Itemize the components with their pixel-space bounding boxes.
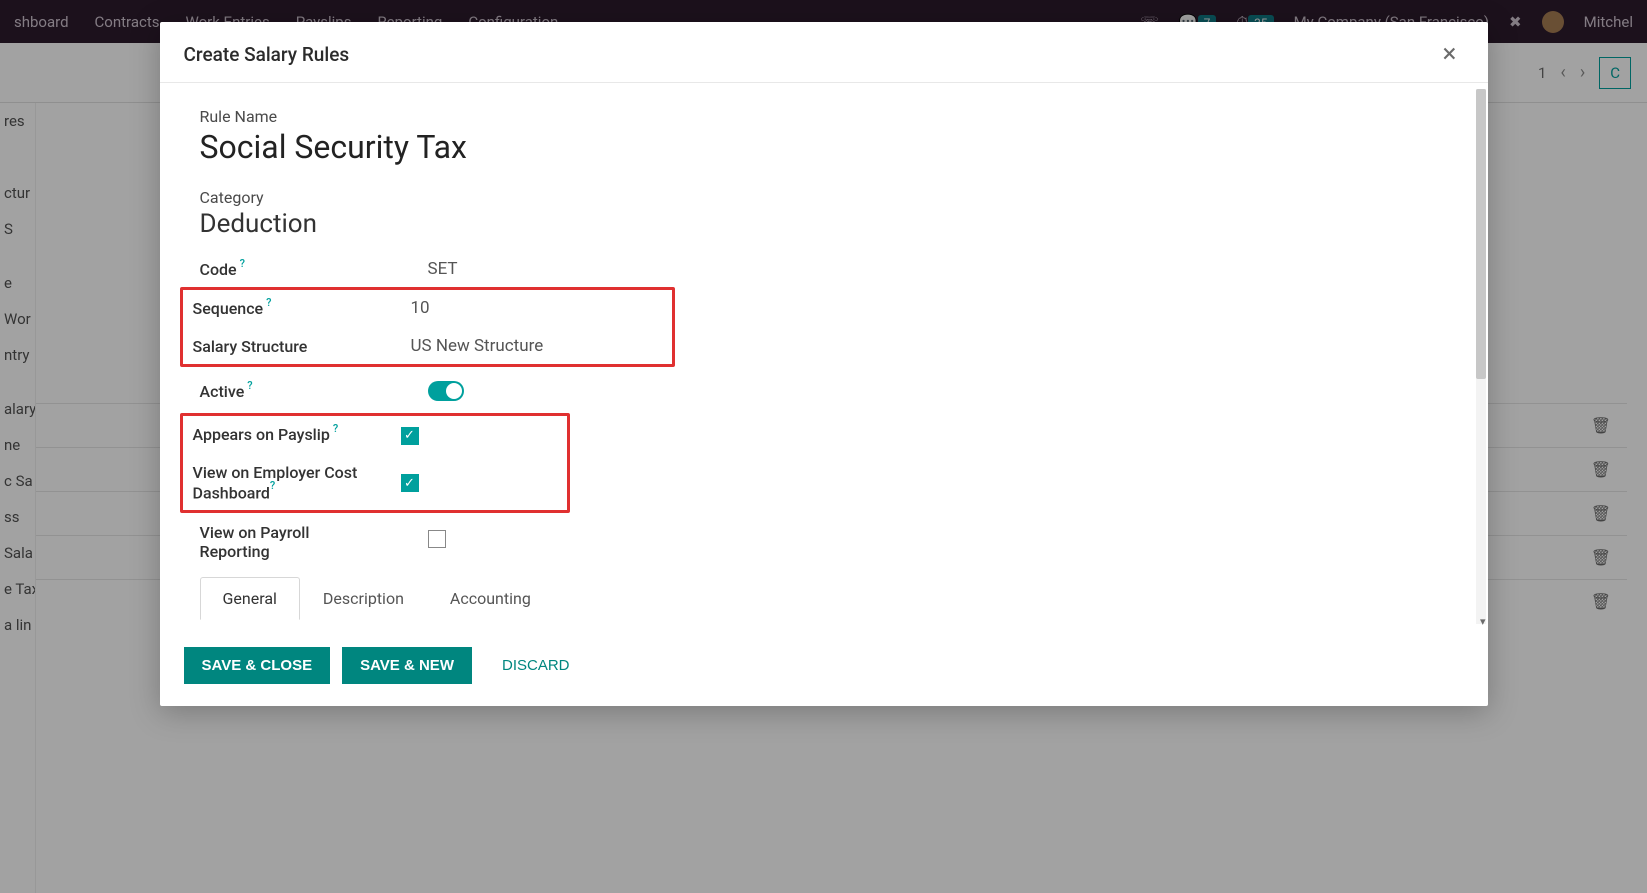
payroll-reporting-checkbox[interactable]: [428, 530, 446, 548]
modal-footer: SAVE & CLOSE SAVE & NEW DISCARD: [160, 630, 1488, 706]
help-icon[interactable]: ?: [247, 379, 252, 392]
salary-structure-label: Salary Structure: [193, 337, 411, 356]
scroll-down-icon[interactable]: ▾: [1480, 615, 1486, 628]
active-label: Active?: [200, 382, 428, 401]
payroll-reporting-label: View on Payroll Reporting: [200, 523, 428, 561]
close-icon[interactable]: ×: [1436, 40, 1464, 68]
modal-body: Rule Name Social Security Tax Category D…: [160, 83, 1488, 630]
highlight-box-sequence: Sequence? 10 Salary Structure US New Str…: [180, 287, 675, 367]
help-icon[interactable]: ?: [266, 296, 271, 309]
appears-on-payslip-checkbox[interactable]: [401, 427, 419, 445]
rule-name-label: Rule Name: [200, 107, 1448, 126]
employer-cost-checkbox[interactable]: [401, 474, 419, 492]
tab-accounting[interactable]: Accounting: [427, 577, 554, 620]
modal-overlay: Create Salary Rules × ▴ ▾ Rule Name Soci…: [0, 0, 1647, 893]
tab-general[interactable]: General: [200, 577, 300, 620]
modal-dialog: Create Salary Rules × ▴ ▾ Rule Name Soci…: [160, 22, 1488, 706]
help-icon[interactable]: ?: [270, 479, 275, 492]
code-label: Code?: [200, 260, 428, 279]
appears-on-payslip-label: Appears on Payslip?: [193, 425, 401, 444]
tab-bar: General Description Accounting: [200, 577, 1448, 620]
tab-description[interactable]: Description: [300, 577, 427, 620]
rule-name-value[interactable]: Social Security Tax: [200, 128, 1448, 166]
modal-header: Create Salary Rules ×: [160, 22, 1488, 83]
employer-cost-label: View on Employer Cost Dashboard?: [193, 463, 401, 502]
modal-title: Create Salary Rules: [184, 43, 350, 66]
scrollbar-thumb[interactable]: [1476, 89, 1486, 379]
salary-structure-value[interactable]: US New Structure: [411, 336, 662, 356]
help-icon[interactable]: ?: [333, 422, 338, 435]
highlight-box-visibility: Appears on Payslip? View on Employer Cos…: [180, 413, 570, 513]
help-icon[interactable]: ?: [240, 257, 245, 270]
discard-button[interactable]: DISCARD: [484, 647, 588, 684]
category-label: Category: [200, 188, 1448, 207]
code-value[interactable]: SET: [428, 259, 1448, 279]
sequence-value[interactable]: 10: [411, 298, 662, 318]
sequence-label: Sequence?: [193, 299, 411, 318]
active-toggle[interactable]: [428, 381, 464, 401]
save-new-button[interactable]: SAVE & NEW: [342, 647, 472, 684]
save-close-button[interactable]: SAVE & CLOSE: [184, 647, 331, 684]
category-value[interactable]: Deduction: [200, 209, 1448, 239]
